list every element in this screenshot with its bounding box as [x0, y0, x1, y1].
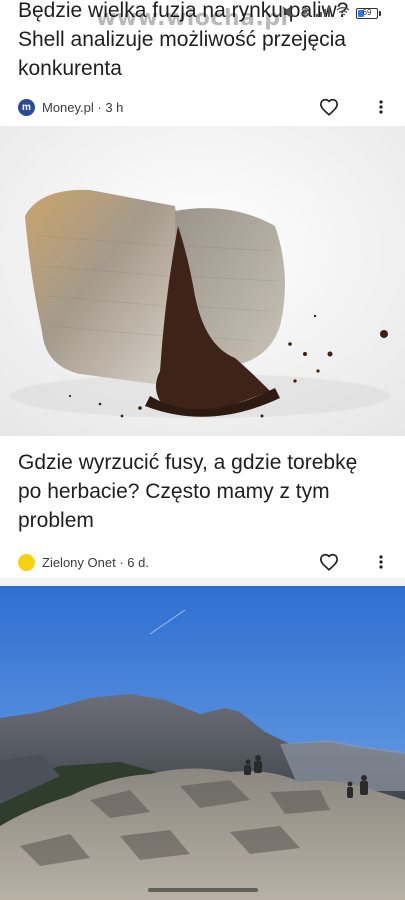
article-2-headline-line-3: problem	[18, 509, 94, 532]
watermark: www.wiocha.pl	[96, 6, 289, 31]
article-card-2[interactable]: Gdzie wyrzucić fusy, a gdzie torebkę po …	[0, 436, 405, 578]
heart-icon[interactable]	[317, 550, 341, 574]
signal-icon	[316, 6, 330, 20]
heart-icon[interactable]	[317, 95, 341, 119]
article-1-headline-line-3: konkurenta	[18, 57, 122, 80]
more-vertical-icon[interactable]	[369, 95, 393, 119]
battery-icon: 69	[356, 7, 381, 19]
article-3-image[interactable]	[0, 586, 405, 900]
article-2-source: Zielony Onet · 6 d.	[42, 554, 149, 570]
article-2-headline[interactable]: Gdzie wyrzucić fusy, a gdzie torebkę po …	[0, 436, 405, 535]
article-2-headline-line-1: Gdzie wyrzucić fusy, a gdzie torebkę	[18, 451, 358, 474]
wifi-icon	[336, 6, 350, 20]
bluetooth-icon	[300, 5, 310, 21]
article-1-meta: m Money.pl · 3 h	[0, 92, 405, 122]
money-pl-logo: m	[18, 98, 35, 116]
zielony-onet-logo	[18, 553, 35, 571]
battery-level: 69	[362, 7, 372, 17]
gesture-nav-handle[interactable]	[147, 888, 258, 892]
article-2-meta: Zielony Onet · 6 d.	[0, 547, 405, 577]
more-vertical-icon[interactable]	[369, 550, 393, 574]
article-1-source: Money.pl · 3 h	[42, 99, 124, 115]
article-2-headline-line-2: po herbacie? Często mamy z tym	[18, 480, 330, 503]
card-divider	[0, 578, 405, 586]
article-2-image[interactable]	[0, 126, 405, 436]
